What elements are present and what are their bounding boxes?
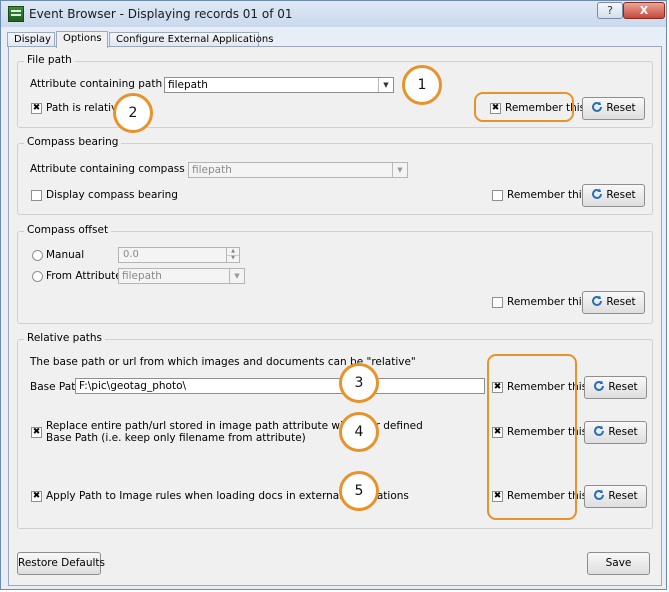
- refresh-icon: [594, 489, 605, 500]
- annotation-1: 1: [402, 65, 442, 105]
- spin-down-icon[interactable]: ▼: [226, 255, 239, 262]
- refresh-icon: [594, 425, 605, 436]
- manual-offset-value: 0.0: [123, 249, 139, 260]
- reset-label: Reset: [606, 189, 636, 201]
- from-attribute-value: filepath: [122, 270, 162, 282]
- reset-label: Reset: [608, 426, 638, 438]
- save-button[interactable]: Save: [587, 552, 650, 575]
- reset-label: Reset: [606, 102, 636, 114]
- app-icon: [8, 6, 24, 22]
- compass-offset-reset-button[interactable]: Reset: [582, 291, 645, 314]
- help-button[interactable]: ?: [597, 2, 623, 19]
- restore-defaults-button[interactable]: Restore Defaults: [17, 552, 105, 575]
- base-path-reset-button[interactable]: Reset: [584, 376, 647, 399]
- manual-offset-spinbox[interactable]: 0.0 ▲ ▼: [118, 247, 240, 263]
- manual-label: Manual: [46, 249, 85, 261]
- window-title: Event Browser - Displaying records 01 of…: [29, 7, 293, 21]
- tab-options[interactable]: Options: [56, 31, 108, 48]
- file-path-reset-button[interactable]: Reset: [582, 97, 645, 120]
- compass-bearing-title: Compass bearing: [24, 136, 122, 148]
- file-path-title: File path: [24, 54, 75, 66]
- replace-path-checkbox[interactable]: ✖: [31, 427, 42, 438]
- refresh-icon: [594, 380, 605, 391]
- display-compass-bearing-checkbox[interactable]: [31, 190, 42, 201]
- display-compass-bearing-label: Display compass bearing: [46, 189, 178, 201]
- compass-offset-title: Compass offset: [24, 224, 112, 236]
- from-attribute-label: From Attribute: [46, 270, 122, 282]
- title-bar: Event Browser - Displaying records 01 of…: [1, 1, 666, 27]
- reset-label: Reset: [608, 381, 638, 393]
- refresh-icon: [592, 295, 603, 306]
- replace-path-reset-button[interactable]: Reset: [584, 421, 647, 444]
- apply-path-checkbox[interactable]: ✖: [31, 491, 42, 502]
- annotation-box-file-remember: [474, 92, 574, 122]
- refresh-icon: [592, 188, 603, 199]
- annotation-2: 2: [113, 93, 153, 133]
- compass-offset-remember-checkbox[interactable]: [492, 297, 503, 308]
- annotation-4: 4: [339, 412, 379, 452]
- compass-bearing-reset-button[interactable]: Reset: [582, 184, 645, 207]
- compass-bearing-group: Compass bearing Attribute containing com…: [17, 136, 653, 215]
- compass-offset-remember-label: Remember this: [507, 296, 588, 308]
- relative-paths-title: Relative paths: [24, 332, 106, 344]
- reset-label: Reset: [608, 490, 638, 502]
- chevron-down-icon: ▼: [392, 163, 407, 177]
- event-browser-window: Event Browser - Displaying records 01 of…: [0, 0, 667, 590]
- path-relative-checkbox[interactable]: ✖: [31, 103, 42, 114]
- refresh-icon: [592, 101, 603, 112]
- compass-offset-group: Compass offset Manual 0.0 ▲ ▼ From Attribu…: [17, 224, 653, 324]
- tab-display[interactable]: Display: [7, 32, 55, 47]
- manual-radio[interactable]: [32, 250, 43, 261]
- compass-bearing-remember-label: Remember this: [507, 189, 588, 201]
- compass-bearing-attr-value: filepath: [192, 164, 232, 176]
- apply-path-reset-button[interactable]: Reset: [584, 485, 647, 508]
- close-button[interactable]: X: [623, 2, 665, 19]
- base-path-input[interactable]: F:\pic\geotag_photo\: [75, 378, 485, 394]
- replace-path-label-line2: Base Path (i.e. keep only filename from …: [46, 432, 306, 444]
- file-path-attr-select[interactable]: filepath ▼: [164, 77, 394, 93]
- compass-bearing-attr-select[interactable]: filepath ▼: [188, 162, 408, 178]
- file-path-attr-value: filepath: [168, 79, 208, 91]
- annotation-box-relative-remember: [487, 354, 577, 520]
- annotation-5: 5: [339, 471, 379, 511]
- from-attribute-select[interactable]: filepath ▼: [118, 268, 245, 284]
- reset-label: Reset: [606, 296, 636, 308]
- tab-configure-external-applications[interactable]: Configure External Applications: [109, 32, 273, 47]
- chevron-down-icon: ▼: [378, 78, 393, 92]
- annotation-3: 3: [339, 363, 379, 403]
- compass-bearing-remember-checkbox[interactable]: [492, 190, 503, 201]
- chevron-down-icon: ▼: [229, 269, 244, 283]
- from-attribute-radio[interactable]: [32, 271, 43, 282]
